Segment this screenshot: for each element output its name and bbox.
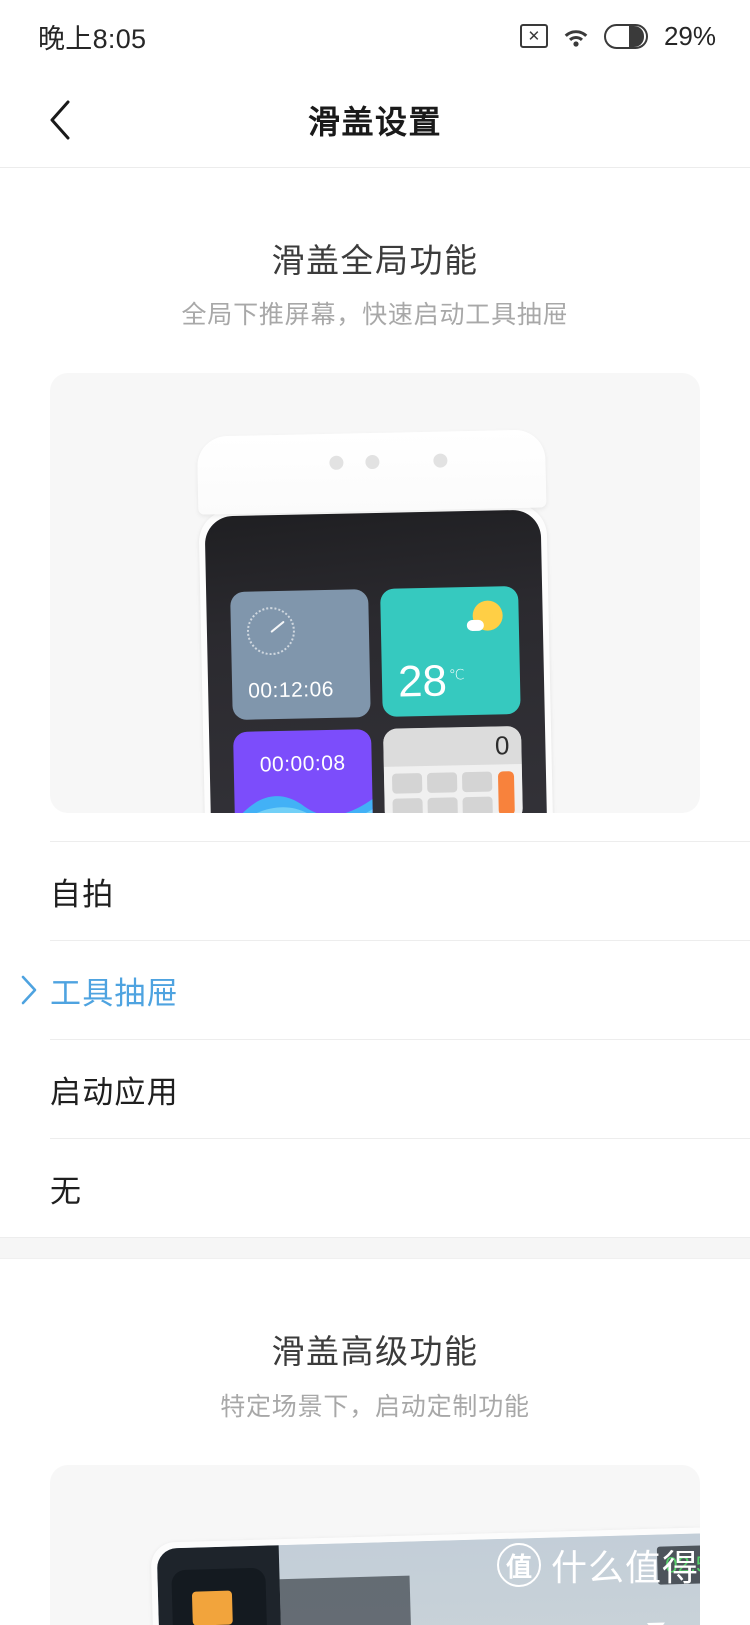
calc-key <box>391 773 423 794</box>
global-function-option-list: 自拍 工具抽屉 启动应用 无 <box>0 841 750 1237</box>
option-row-selfie[interactable]: 自拍 <box>50 841 750 940</box>
timer-widget-tile: 00:12:06 <box>230 589 371 721</box>
battery-icon <box>603 23 648 49</box>
recorder-widget-tile: 00:00:08 <box>233 729 374 814</box>
receiver-dot-icon <box>433 453 448 468</box>
calc-equals-key <box>497 771 515 814</box>
status-bar: 晚上8:05 ✕ 29% <box>0 0 750 72</box>
phone-screen-root: 晚上8:05 ✕ 29% 滑盖设置 滑盖全局功能 全局下推屏幕，快速启动工具抽屉… <box>0 0 750 1625</box>
toolbox-widget-grid: 00:12:06 28℃ 00:00:08 0 <box>230 586 523 814</box>
calculator-display: 0 <box>383 726 522 768</box>
calc-key <box>426 772 458 793</box>
calc-key <box>461 771 493 792</box>
watermark-label: 什么值得买 <box>550 1547 736 1588</box>
chat-bubble-icon[interactable] <box>191 1590 233 1625</box>
option-label: 自拍 <box>50 876 115 912</box>
phone-mockup: 00:12:06 28℃ 00:00:08 0 <box>196 429 554 814</box>
recorder-value: 00:00:08 <box>259 751 346 777</box>
watermark-logo: 值 <box>496 1543 541 1587</box>
option-label: 启动应用 <box>50 1074 179 1110</box>
game-drawer-tab <box>279 1575 416 1625</box>
calculator-keypad <box>391 771 493 814</box>
selected-indicator <box>18 973 40 1007</box>
section-separator <box>0 1237 750 1260</box>
sensor-row <box>281 453 461 471</box>
calc-key <box>392 797 423 814</box>
section-advanced-header: 滑盖高级功能 特定场景下，启动定制功能 <box>0 1259 750 1422</box>
calculator-widget-tile: 0 <box>383 726 523 814</box>
app-header: 滑盖设置 <box>0 72 750 168</box>
game-side-rail <box>156 1544 286 1625</box>
page-title: 滑盖设置 <box>307 103 442 140</box>
weather-temperature: 28℃ <box>397 656 466 707</box>
sensor-dot-icon <box>365 455 380 470</box>
calc-key <box>462 796 493 814</box>
cloud-icon <box>466 619 484 632</box>
section-global-subtitle: 全局下推屏幕，快速启动工具抽屉 <box>181 301 569 330</box>
weather-widget-tile: 28℃ <box>380 586 521 718</box>
section-advanced-title: 滑盖高级功能 <box>271 1333 479 1371</box>
section-global-title: 滑盖全局功能 <box>271 242 479 279</box>
chevron-right-icon <box>21 975 37 1005</box>
status-bar-icons: ✕ 29% <box>519 20 716 52</box>
site-watermark: 值 什么值得买 <box>496 1539 736 1591</box>
weather-temp-unit: ℃ <box>448 666 465 684</box>
section-global-function: 滑盖全局功能 全局下推屏幕，快速启动工具抽屉 00:12:06 28℃ 00:0… <box>0 168 750 1238</box>
camera-dot-icon <box>329 455 344 471</box>
option-label: 无 <box>50 1173 83 1209</box>
option-row-toolbox[interactable]: 工具抽屉 <box>21 940 750 1039</box>
weather-temp-number: 28 <box>397 656 448 707</box>
timer-dial-icon <box>246 606 296 656</box>
phone-body: 00:12:06 28℃ 00:00:08 0 <box>198 503 554 814</box>
timer-value: 00:12:06 <box>247 678 335 703</box>
option-row-launch-app[interactable]: 启动应用 <box>50 1039 750 1138</box>
waveform-icon <box>234 796 374 814</box>
sim-no-card-icon: ✕ <box>519 24 548 48</box>
section-advanced-subtitle: 特定场景下，启动定制功能 <box>220 1392 530 1421</box>
section-global-header: 滑盖全局功能 全局下推屏幕，快速启动工具抽屉 <box>0 168 750 331</box>
status-bar-clock: 晚上8:05 <box>38 23 147 54</box>
wifi-icon <box>564 30 588 47</box>
calculator-keys <box>383 764 523 814</box>
back-button[interactable] <box>32 92 88 148</box>
phone-display: 00:12:06 28℃ 00:00:08 0 <box>204 509 548 814</box>
toolbox-illustration-card: 00:12:06 28℃ 00:00:08 0 <box>50 373 700 814</box>
battery-percent-label: 29% <box>663 20 716 51</box>
chevron-left-icon <box>50 100 70 139</box>
option-row-none[interactable]: 无 <box>50 1138 750 1237</box>
option-label: 工具抽屉 <box>50 975 179 1011</box>
calc-key <box>427 797 458 814</box>
phone-slider-module <box>196 429 547 515</box>
